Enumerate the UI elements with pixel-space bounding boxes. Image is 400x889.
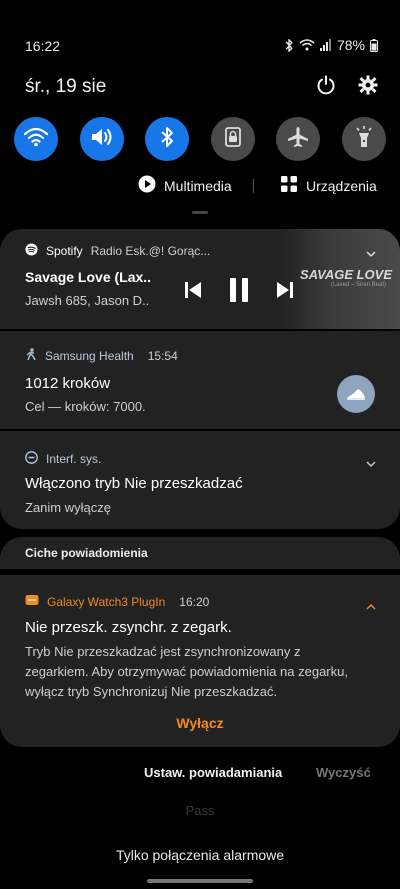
watch-app-name: Galaxy Watch3 PlugIn — [47, 594, 166, 609]
album-art: SAVAGE LOVE (Laxed – Siren Beat) — [280, 229, 400, 329]
media-devices-row: Multimedia Urządzenia — [0, 175, 400, 197]
power-icon[interactable] — [316, 75, 336, 100]
spotify-app-name: Spotify — [46, 244, 83, 258]
health-app-name: Samsung Health — [45, 349, 134, 363]
steps-shoe-icon — [337, 375, 375, 413]
wifi-icon — [23, 127, 49, 152]
watch-time: 16:20 — [179, 594, 210, 609]
devices-button[interactable]: Urządzenia — [280, 175, 377, 196]
dnd-subtitle: Zanim wyłączę — [25, 500, 111, 515]
notification-settings-button[interactable]: Ustaw. powiadamiania — [144, 765, 282, 780]
spotify-app-row: Spotify Radio Esk.@! Gorąc... — [25, 243, 210, 259]
chevron-up-icon[interactable] — [366, 597, 376, 615]
watch-title: Nie przeszk. zsynchr. z zegark. — [25, 619, 232, 636]
multimedia-label: Multimedia — [164, 177, 232, 194]
background-text: Pass — [185, 803, 215, 818]
airplane-toggle[interactable] — [276, 117, 321, 161]
header-actions — [316, 75, 378, 100]
notification-actions: Ustaw. powiadamiania Wyczyść — [0, 765, 400, 785]
watch-text-line-2: zegarkiem. Aby otrzymywać powiadomienia … — [25, 664, 348, 679]
chevron-down-icon[interactable] — [366, 245, 376, 263]
steps-title: 1012 kroków — [25, 375, 111, 392]
samsung-health-icon — [25, 348, 37, 364]
play-circle-icon — [138, 175, 156, 196]
previous-track-icon[interactable] — [184, 281, 202, 304]
battery-icon — [370, 38, 378, 52]
bluetooth-status-icon — [284, 38, 294, 52]
quick-settings-row — [14, 117, 386, 161]
album-art-subtitle: (Laxed – Siren Beat) — [330, 282, 386, 288]
divider — [253, 179, 254, 193]
speaker-icon — [90, 127, 114, 152]
galaxy-watch-plugin-icon — [25, 594, 39, 609]
signal-status-icon — [319, 39, 332, 51]
health-notification[interactable]: Samsung Health 15:54 1012 kroków Cel — k… — [0, 331, 400, 429]
rotation-lock-toggle[interactable] — [210, 117, 255, 161]
date-row: śr., 19 sie — [25, 75, 378, 100]
disable-sync-button[interactable]: Wyłącz — [0, 715, 400, 731]
wifi-toggle[interactable] — [14, 117, 58, 161]
next-track-icon[interactable] — [276, 281, 294, 304]
dnd-notification[interactable]: Interf. sys. Włączono tryb Nie przeszkad… — [0, 431, 400, 529]
watch-text-line-1: Tryb Nie przeszkadzać jest zsynchronizow… — [25, 644, 301, 659]
sound-toggle[interactable] — [79, 117, 124, 161]
do-not-disturb-icon — [25, 451, 38, 467]
song-title: Savage Love (Lax.. — [25, 269, 152, 285]
airplane-icon — [287, 126, 309, 153]
status-icons: 78% — [284, 37, 378, 53]
date-label: śr., 19 sie — [25, 76, 107, 97]
multimedia-button[interactable]: Multimedia — [138, 175, 232, 196]
silent-notifications-label: Ciche powiadomienia — [25, 546, 148, 560]
spotify-station: Radio Esk.@! Gorąc... — [90, 244, 211, 258]
bluetooth-icon — [160, 126, 174, 153]
health-time: 15:54 — [147, 349, 178, 363]
pause-icon[interactable] — [228, 277, 250, 308]
clear-button[interactable]: Wyczyść — [316, 765, 371, 780]
wifi-status-icon — [299, 39, 315, 51]
flashlight-toggle[interactable] — [341, 117, 386, 161]
watch-text-line-3: wyłącz tryb Synchronizuj Nie przeszkadza… — [25, 684, 278, 699]
devices-label: Urządzenia — [306, 177, 377, 194]
dnd-title: Włączono tryb Nie przeszkadzać — [25, 475, 243, 492]
gear-icon[interactable] — [358, 75, 378, 100]
interf-app-name: Interf. sys. — [46, 452, 102, 466]
song-artist: Jawsh 685, Jason D.. — [25, 293, 150, 308]
watch-app-row: Galaxy Watch3 PlugIn 16:20 — [25, 594, 209, 609]
flashlight-icon — [354, 125, 374, 154]
status-time: 16:22 — [25, 38, 61, 54]
album-art-title: SAVAGE LOVE — [300, 267, 392, 282]
status-bar: 16:22 78% — [0, 0, 400, 60]
lock-rotation-icon — [224, 126, 242, 153]
galaxy-watch-notification[interactable]: Galaxy Watch3 PlugIn 16:20 Nie przeszk. … — [0, 575, 400, 747]
steps-goal: Cel — kroków: 7000. — [25, 399, 146, 414]
navigation-gesture-bar[interactable] — [147, 879, 253, 883]
emergency-calls-label: Tylko połączenia alarmowe — [115, 847, 285, 863]
panel-drag-handle[interactable] — [192, 211, 208, 214]
silent-notifications-header: Ciche powiadomienia — [0, 537, 400, 569]
battery-percent: 78% — [336, 37, 365, 53]
chevron-down-icon[interactable] — [366, 455, 376, 473]
spotify-icon — [25, 243, 38, 259]
health-app-row: Samsung Health 15:54 — [25, 348, 178, 364]
spotify-notification[interactable]: SAVAGE LOVE (Laxed – Siren Beat) Spotify… — [0, 229, 400, 329]
interf-app-row: Interf. sys. — [25, 451, 101, 467]
player-controls — [184, 277, 294, 308]
devices-grid-icon — [280, 175, 298, 196]
bluetooth-toggle[interactable] — [145, 117, 190, 161]
